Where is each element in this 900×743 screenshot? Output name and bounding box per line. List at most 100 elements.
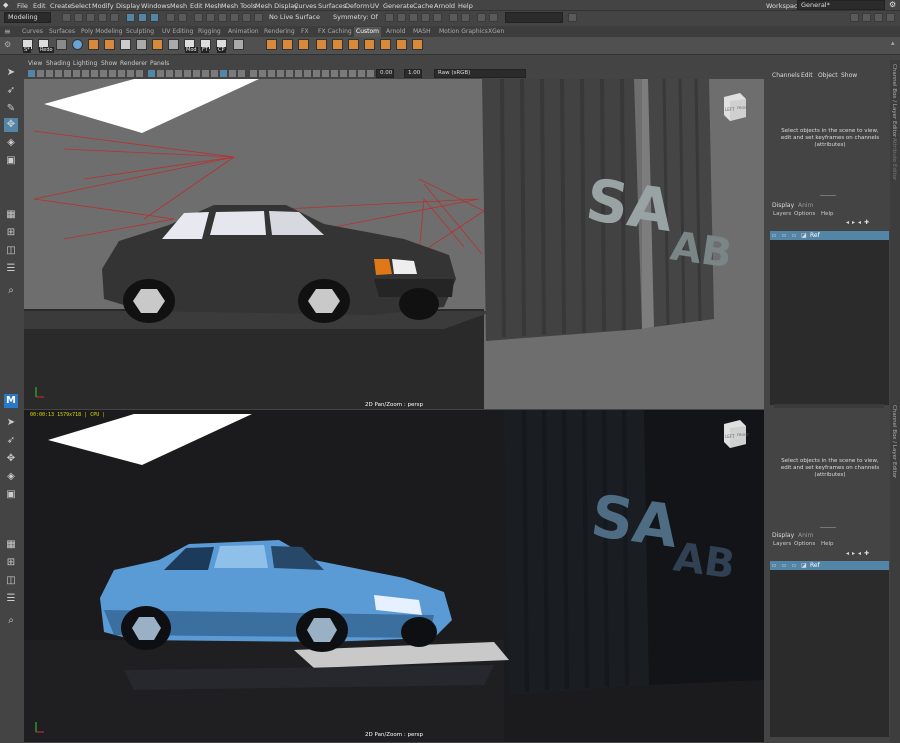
menu-generate[interactable]: Generate	[383, 2, 413, 10]
arnold-ipr-icon[interactable]	[461, 13, 470, 22]
tab-surfaces[interactable]: Surfaces	[49, 27, 75, 37]
visibility-icon-bottom[interactable]: ▫	[772, 562, 776, 569]
options-menu[interactable]: Options	[794, 211, 815, 217]
layout-split-icon-2[interactable]: ◫	[4, 574, 18, 588]
side-tab-channel-box-2[interactable]: Channel Box / Layer Editor	[891, 405, 897, 478]
shelf-cp-icon[interactable]: CP	[216, 39, 227, 53]
exposure-field[interactable]: 0.00	[376, 69, 394, 78]
tab-custom[interactable]: Custom	[354, 27, 381, 37]
shelf-cube-icon-7[interactable]	[332, 39, 343, 50]
undo-icon[interactable]	[98, 13, 107, 22]
side-tab-channel-box[interactable]: Channel Box / Layer Editor	[891, 64, 897, 137]
menu-modify[interactable]: Modify	[92, 2, 114, 10]
layer-name[interactable]: Ref	[810, 232, 820, 239]
layout-single-icon[interactable]: ▦	[4, 208, 18, 222]
shelf-cube-icon-12[interactable]	[412, 39, 423, 50]
menu-mesh[interactable]: Mesh	[170, 2, 187, 10]
viewport-top-scene[interactable]: SA AB LEFT FRONT	[24, 79, 764, 409]
menu-edit[interactable]: Edit	[33, 2, 46, 10]
menu-help[interactable]: Help	[458, 2, 473, 10]
snap-view-icon[interactable]	[230, 13, 239, 22]
symmetry-dropdown[interactable]: Symmetry: Off	[330, 13, 378, 24]
layout-four-icon-2[interactable]: ⊞	[4, 556, 18, 570]
tab-animation[interactable]: Animation	[228, 27, 259, 37]
show-menu[interactable]: Show	[841, 72, 857, 79]
ui-toggle-icon-1[interactable]	[850, 13, 859, 22]
tab-xgen[interactable]: XGen	[488, 27, 504, 37]
tab-fx[interactable]: FX	[301, 27, 309, 37]
layer-color-icon[interactable]: ◪	[801, 232, 807, 239]
menu-windows[interactable]: Windows	[141, 2, 170, 10]
lasso-tool-icon-2[interactable]: ➶	[4, 434, 18, 448]
rotate-tool-icon-2[interactable]: ◈	[4, 470, 18, 484]
arnold-render-icon[interactable]	[449, 13, 458, 22]
lasso-tool-icon[interactable]: ➶	[4, 84, 18, 98]
select-tool-icon-2[interactable]: ➤	[4, 416, 18, 430]
open-scene-icon[interactable]	[74, 13, 83, 22]
layers-menu-bottom[interactable]: Layers	[773, 541, 791, 547]
menu-edit-mesh[interactable]: Edit Mesh	[190, 2, 222, 10]
visibility-icon[interactable]: ▫	[772, 232, 776, 239]
edit-menu[interactable]: Edit	[801, 72, 813, 79]
mode-dropdown[interactable]: Modeling	[4, 12, 51, 23]
layer-row-ref-bottom[interactable]: ▫ ▫ ▫ ◪ Ref	[770, 561, 889, 570]
panel-splitter-bottom[interactable]	[820, 527, 836, 528]
select-by-component-icon[interactable]	[150, 13, 159, 22]
redo-icon[interactable]	[110, 13, 119, 22]
menu-create[interactable]: Create	[50, 2, 72, 10]
shelf-cube-icon-6[interactable]	[316, 39, 327, 50]
paint-select-icon[interactable]: ✎	[4, 102, 18, 116]
shelf-cube-icon-8[interactable]	[348, 39, 359, 50]
shelf-mod-icon[interactable]: Mod	[184, 39, 198, 53]
menu-uv[interactable]: UV	[370, 2, 379, 10]
viewport-bottom-scene[interactable]: SA AB LEFT FRONT	[24, 410, 764, 742]
layout-split-icon[interactable]: ◫	[4, 244, 18, 258]
vp-menu-show[interactable]: Show	[101, 60, 117, 67]
menu-file[interactable]: File	[17, 2, 28, 10]
channels-menu[interactable]: Channels	[772, 72, 800, 79]
layout-single-icon-2[interactable]: ▦	[4, 538, 18, 552]
layer-color-icon-bottom[interactable]: ◪	[801, 562, 807, 569]
shelf-menu-icon[interactable]: ≡	[4, 27, 11, 36]
render-settings-icon[interactable]	[421, 13, 430, 22]
menu-deform[interactable]: Deform	[345, 2, 369, 10]
new-scene-icon[interactable]	[62, 13, 71, 22]
select-by-hierarchy-icon[interactable]	[126, 13, 135, 22]
select-by-object-icon[interactable]	[138, 13, 147, 22]
tab-arnold[interactable]: Arnold	[386, 27, 405, 37]
shelf-tool-icon-4[interactable]	[152, 39, 163, 50]
tab-anim[interactable]: Anim	[798, 202, 813, 209]
vp-menu-panels[interactable]: Panels	[150, 60, 169, 67]
colorspace-dropdown[interactable]: Raw (sRGB)	[434, 69, 526, 78]
shelf-cube-icon-4[interactable]	[282, 39, 293, 50]
search-field[interactable]	[505, 12, 563, 23]
shelf-tool-icon-3[interactable]	[136, 39, 147, 50]
vp-menu-renderer[interactable]: Renderer	[120, 60, 147, 67]
lock-icon[interactable]: ⚙	[889, 0, 896, 9]
viewport-toolbar-icons[interactable]	[24, 69, 764, 78]
shelf-tool-icon-5[interactable]	[168, 39, 179, 50]
playback-icon-bottom[interactable]: ▫	[782, 562, 786, 569]
tab-sculpting[interactable]: Sculpting	[126, 27, 154, 37]
layers-menu[interactable]: Layers	[773, 211, 791, 217]
gamma-field[interactable]: 1.00	[404, 69, 422, 78]
reference-icon[interactable]: ▫	[792, 232, 796, 239]
layer-row-ref[interactable]: ▫ ▫ ▫ ◪ Ref	[770, 231, 889, 240]
ipr-icon[interactable]	[409, 13, 418, 22]
tab-poly-modeling[interactable]: Poly Modeling	[81, 27, 123, 37]
menu-select[interactable]: Select	[71, 2, 91, 10]
layout-four-icon[interactable]: ⊞	[4, 226, 18, 240]
zoom-icon[interactable]: ⌕	[4, 284, 18, 298]
hypershade-icon[interactable]	[433, 13, 442, 22]
select-tool-icon[interactable]: ➤	[4, 66, 18, 80]
shelf-cube-icon-10[interactable]	[380, 39, 391, 50]
snap-point-icon[interactable]	[218, 13, 227, 22]
menu-mesh-display[interactable]: Mesh Display	[255, 2, 298, 10]
menu-cache[interactable]: Cache	[413, 2, 433, 10]
shelf-cube-icon-11[interactable]	[396, 39, 407, 50]
shelf-ft-icon[interactable]: FT	[200, 39, 211, 53]
layer-name-bottom[interactable]: Ref	[810, 562, 820, 569]
layout-outliner-icon[interactable]: ☰	[4, 262, 18, 276]
shelf-tool-icon-6[interactable]	[233, 39, 244, 50]
menu-arnold[interactable]: Arnold	[434, 2, 455, 10]
